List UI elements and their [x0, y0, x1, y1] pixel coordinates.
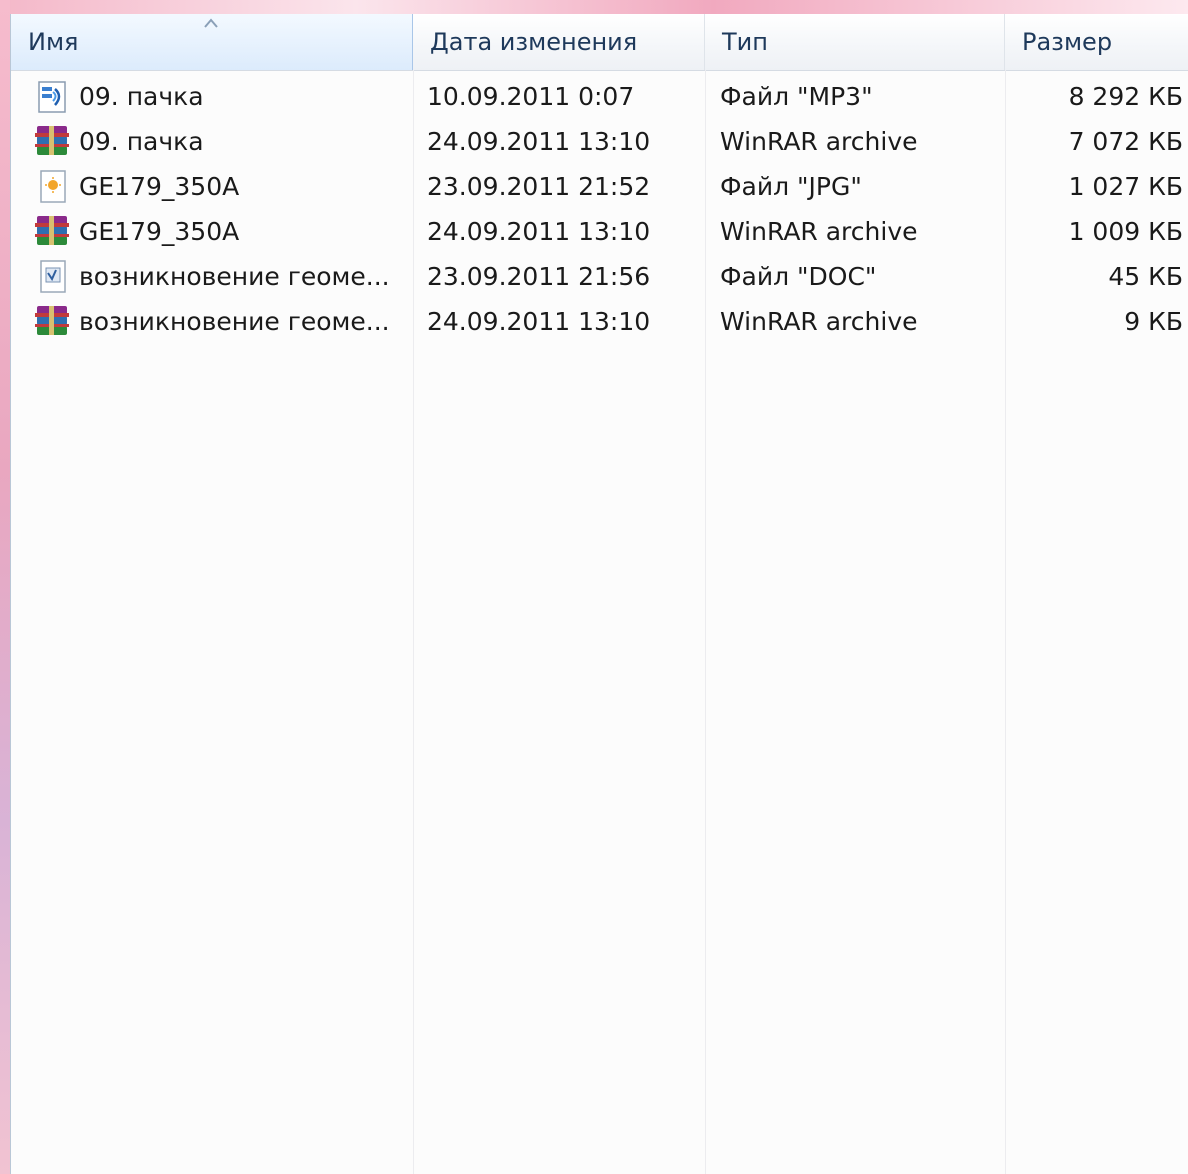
desktop-background-edge: [0, 0, 10, 1174]
file-size: 7 072 КБ: [1068, 127, 1183, 156]
file-name: GE179_350A: [79, 172, 240, 201]
file-type: WinRAR archive: [720, 127, 918, 156]
file-type: WinRAR archive: [720, 217, 918, 246]
column-header-size[interactable]: Размер: [1005, 14, 1188, 70]
file-row[interactable]: 09. пачка 24.09.2011 13:10 WinRAR archive 7…: [11, 119, 1188, 164]
column-header-type-label: Тип: [722, 28, 768, 56]
column-header-type[interactable]: Тип: [705, 14, 1005, 70]
file-date: 23.09.2011 21:52: [427, 172, 651, 201]
desktop-background-top: [0, 0, 1188, 14]
file-name-cell: возникновение геоме...: [33, 299, 411, 344]
file-name: GE179_350A: [79, 217, 240, 246]
file-name-cell: GE179_350A: [33, 164, 411, 209]
file-name: 09. пачка: [79, 127, 204, 156]
winrar-archive-icon: [33, 214, 73, 250]
file-name-cell: возникновение геоме...: [33, 254, 411, 299]
file-explorer-list-view: Имя Дата изменения Тип Размер 09. пачка 1…: [10, 14, 1188, 1174]
file-name: возникновение геоме...: [79, 307, 390, 336]
file-name: 09. пачка: [79, 82, 204, 111]
file-row[interactable]: возникновение геоме... 23.09.2011 21:56 Фа…: [11, 254, 1188, 299]
file-size: 9 КБ: [1124, 307, 1183, 336]
file-date: 24.09.2011 13:10: [427, 217, 651, 246]
file-type: WinRAR archive: [720, 307, 918, 336]
file-name-cell: GE179_350A: [33, 209, 411, 254]
file-name: возникновение геоме...: [79, 262, 390, 291]
mp3-file-icon: [33, 79, 73, 115]
jpg-file-icon: [33, 169, 73, 205]
column-header-size-label: Размер: [1022, 28, 1113, 56]
file-date: 23.09.2011 21:56: [427, 262, 651, 291]
winrar-archive-icon: [33, 124, 73, 160]
file-size: 1 009 КБ: [1068, 217, 1183, 246]
winrar-archive-icon: [33, 304, 73, 340]
file-date: 24.09.2011 13:10: [427, 127, 651, 156]
file-row[interactable]: 09. пачка 10.09.2011 0:07 Файл "MP3" 8 292 …: [11, 74, 1188, 119]
file-name-cell: 09. пачка: [33, 119, 411, 164]
file-type: Файл "DOC": [720, 262, 877, 291]
file-row[interactable]: возникновение геоме... 24.09.2011 13:10 Wi…: [11, 299, 1188, 344]
file-type: Файл "JPG": [720, 172, 862, 201]
file-size: 45 КБ: [1108, 262, 1183, 291]
column-header-bar: Имя Дата изменения Тип Размер: [11, 14, 1188, 71]
sort-ascending-icon: [204, 18, 218, 28]
file-date: 10.09.2011 0:07: [427, 82, 635, 111]
column-header-name[interactable]: Имя: [11, 14, 413, 70]
file-size: 8 292 КБ: [1068, 82, 1183, 111]
file-row[interactable]: GE179_350A 24.09.2011 13:10 WinRAR archive…: [11, 209, 1188, 254]
file-size: 1 027 КБ: [1068, 172, 1183, 201]
column-header-date[interactable]: Дата изменения: [413, 14, 705, 70]
doc-file-icon: [33, 259, 73, 295]
file-name-cell: 09. пачка: [33, 74, 411, 119]
column-header-name-label: Имя: [28, 28, 79, 56]
file-type: Файл "MP3": [720, 82, 873, 111]
file-date: 24.09.2011 13:10: [427, 307, 651, 336]
file-row[interactable]: GE179_350A 23.09.2011 21:52 Файл "JPG" 1 02…: [11, 164, 1188, 209]
column-header-date-label: Дата изменения: [430, 28, 638, 56]
